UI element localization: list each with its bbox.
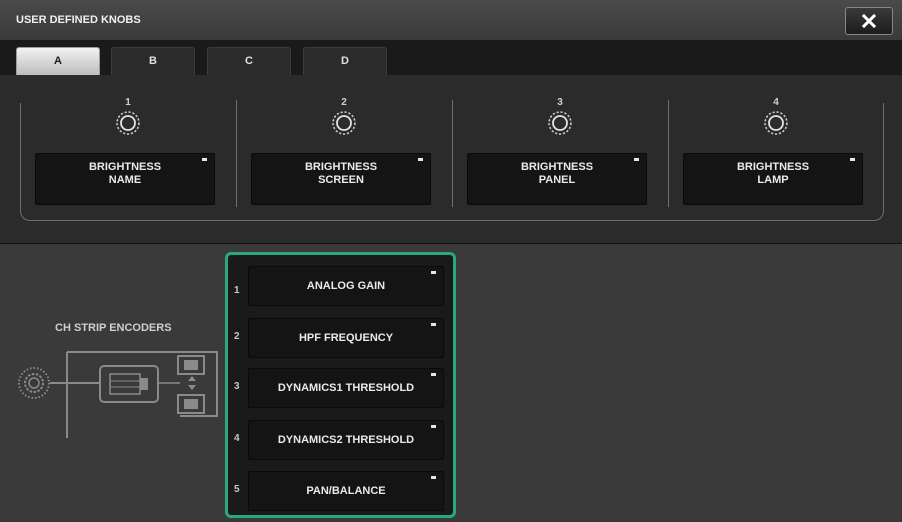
knob-function-button-4[interactable]: BRIGHTNESS LAMP — [683, 153, 863, 205]
knob-icon — [548, 111, 572, 135]
encoder-number: 4 — [234, 433, 240, 444]
knob-label-line1: BRIGHTNESS — [88, 161, 162, 173]
knob-label-line1: BRIGHTNESS — [736, 161, 810, 173]
knob-assign-panel: 1 BRIGHTNESS NAME 2 BRIGHTNESS SCREEN 3 BR… — [0, 75, 902, 244]
knob-label-line2: LAMP — [757, 174, 789, 186]
encoder-label: DYNAMICS1 THRESHOLD — [277, 382, 415, 394]
knob-label-line1: BRIGHTNESS — [520, 161, 594, 173]
knob-number: 1 — [125, 97, 131, 108]
window-title: USER DEFINED KNOBS — [16, 14, 141, 26]
knob-icon — [764, 111, 788, 135]
encoder-ring-icon — [18, 367, 50, 399]
encoder-number: 5 — [234, 484, 240, 495]
encoder-number: 2 — [234, 331, 240, 342]
encoder-label: HPF FREQUENCY — [298, 332, 394, 344]
knob-icon — [332, 111, 356, 135]
knob-label-line2: NAME — [108, 174, 142, 186]
knob-function-button-1[interactable]: BRIGHTNESS NAME — [35, 153, 215, 205]
encoder-label: DYNAMICS2 THRESHOLD — [277, 434, 415, 446]
encoder-number: 3 — [234, 381, 240, 392]
encoder-function-button-5[interactable]: PAN/BALANCE — [248, 471, 444, 511]
divider — [236, 100, 237, 207]
knob-function-button-3[interactable]: BRIGHTNESS PANEL — [467, 153, 647, 205]
tab-b[interactable]: B — [111, 47, 195, 75]
popup-indicator-icon — [431, 323, 436, 326]
knob-icon — [116, 111, 140, 135]
knob-number: 4 — [773, 97, 779, 108]
encoder-function-button-4[interactable]: DYNAMICS2 THRESHOLD — [248, 420, 444, 460]
popup-indicator-icon — [431, 476, 436, 479]
knob-number: 3 — [557, 97, 563, 108]
knob-label-line2: SCREEN — [318, 174, 364, 186]
popup-indicator-icon — [418, 158, 423, 161]
tab-a[interactable]: A — [16, 47, 100, 75]
encoder-label: PAN/BALANCE — [306, 485, 386, 497]
knob-function-button-2[interactable]: BRIGHTNESS SCREEN — [251, 153, 431, 205]
encoder-number: 1 — [234, 285, 240, 296]
title-bar: USER DEFINED KNOBS — [0, 0, 902, 41]
ch-strip-title: CH STRIP ENCODERS — [55, 322, 172, 334]
knob-label-line1: BRIGHTNESS — [304, 161, 378, 173]
knob-number: 2 — [341, 97, 347, 108]
knob-label-line2: PANEL — [538, 174, 576, 186]
strip-panel-icon — [18, 351, 218, 438]
tab-bar: A B C D — [0, 41, 902, 75]
divider — [452, 100, 453, 207]
tab-d[interactable]: D — [303, 47, 387, 75]
close-icon — [862, 14, 876, 28]
popup-indicator-icon — [202, 158, 207, 161]
encoder-label: ANALOG GAIN — [306, 280, 386, 292]
popup-indicator-icon — [634, 158, 639, 161]
tab-c[interactable]: C — [207, 47, 291, 75]
popup-indicator-icon — [431, 271, 436, 274]
popup-indicator-icon — [431, 373, 436, 376]
encoder-function-button-3[interactable]: DYNAMICS1 THRESHOLD — [248, 368, 444, 408]
popup-indicator-icon — [850, 158, 855, 161]
divider — [668, 100, 669, 207]
popup-indicator-icon — [431, 425, 436, 428]
encoder-function-button-2[interactable]: HPF FREQUENCY — [248, 318, 444, 358]
close-button[interactable] — [845, 7, 893, 35]
encoder-function-button-1[interactable]: ANALOG GAIN — [248, 266, 444, 306]
